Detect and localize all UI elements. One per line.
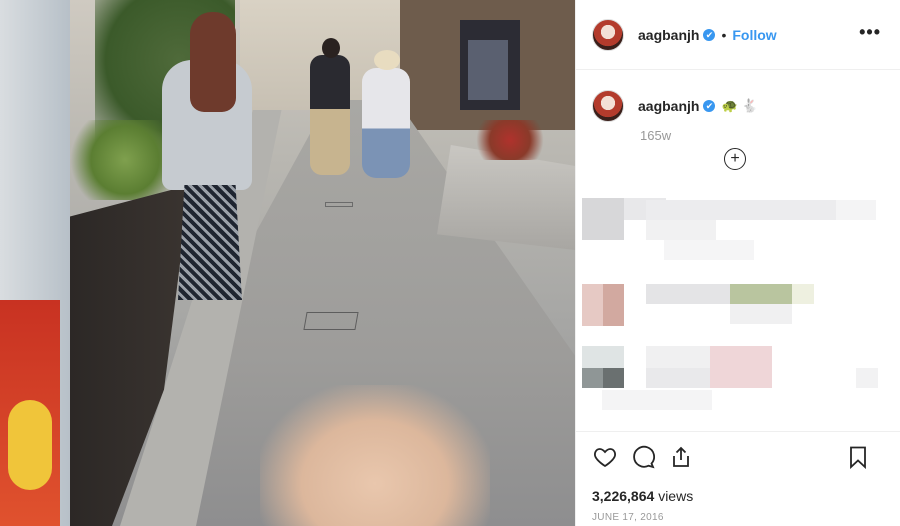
- vending-machine-logo: [8, 400, 52, 490]
- drain-cover: [325, 202, 353, 207]
- pedestrian-man: [310, 55, 350, 175]
- comment-avatar-blur: [582, 346, 624, 368]
- comment-text-blur: [646, 284, 730, 304]
- straw-hat: [374, 50, 400, 70]
- pedestrian-woman-hair: [190, 12, 236, 112]
- bookmark-icon[interactable]: [845, 444, 871, 470]
- post-sidebar: aagbanjh ✔ • Follow ••• aagbanjh ✔ 🐢 🐇 1…: [575, 0, 900, 526]
- pedestrian-woman-skirt: [178, 185, 242, 300]
- separator-dot: •: [721, 26, 727, 43]
- comment-avatar-blur: [603, 284, 624, 326]
- comment-avatar-blur: [582, 198, 624, 240]
- comment-text-blur: [730, 304, 792, 324]
- comment-text-blur: [602, 390, 712, 410]
- view-count[interactable]: 3,226,864 views: [592, 488, 885, 504]
- load-more-comments-button[interactable]: +: [724, 148, 746, 170]
- views-label: views: [658, 488, 694, 504]
- instagram-post: aagbanjh ✔ • Follow ••• aagbanjh ✔ 🐢 🐇 1…: [0, 0, 900, 526]
- comment-avatar-blur: [582, 284, 603, 326]
- comment-text-blur: [792, 284, 814, 304]
- post-video[interactable]: [0, 0, 575, 526]
- blurred-hand: [260, 385, 490, 526]
- pedestrian-man-head: [322, 38, 340, 58]
- verified-badge-icon: ✔: [703, 28, 716, 41]
- avatar[interactable]: [592, 90, 624, 122]
- post-actions: 3,226,864 views JUNE 17, 2016: [576, 431, 900, 526]
- more-options-icon[interactable]: •••: [859, 22, 881, 43]
- turtle-emoji: 🐢: [721, 98, 738, 113]
- username-link[interactable]: aagbanjh: [638, 27, 699, 43]
- avatar[interactable]: [592, 18, 624, 51]
- view-count-number: 3,226,864: [592, 488, 655, 504]
- share-icon[interactable]: [668, 444, 694, 470]
- comment-text-blur: [856, 368, 878, 388]
- verified-badge-icon: ✔: [703, 100, 716, 112]
- planter: [437, 145, 575, 250]
- comment-text-blur: [836, 200, 876, 220]
- comment-text-blur: [646, 220, 716, 240]
- flowers: [470, 120, 550, 160]
- post-header: aagbanjh ✔ • Follow •••: [576, 0, 900, 70]
- comment-text-blur: [710, 346, 772, 388]
- comment-text-blur: [664, 240, 754, 260]
- comment-avatar-blur: [582, 368, 603, 388]
- rabbit-emoji: 🐇: [741, 98, 758, 113]
- pedestrian-man-hat: [362, 68, 410, 178]
- caption-username-link[interactable]: aagbanjh: [638, 98, 699, 114]
- comment-avatar-blur: [603, 368, 624, 388]
- comment-text-blur: [646, 200, 836, 220]
- comment-text-blur: [730, 284, 792, 304]
- caption-timestamp[interactable]: 165w: [640, 128, 887, 143]
- poster: [468, 40, 508, 100]
- comment-text-blur: [646, 346, 710, 368]
- follow-button[interactable]: Follow: [732, 27, 776, 43]
- post-date: JUNE 17, 2016: [592, 512, 664, 523]
- drain-cover: [303, 312, 359, 330]
- caption: aagbanjh ✔ 🐢 🐇 165w: [592, 90, 887, 143]
- comment-bubble-icon[interactable]: [630, 444, 656, 470]
- heart-icon[interactable]: [592, 444, 618, 470]
- comment-text-blur: [646, 368, 710, 388]
